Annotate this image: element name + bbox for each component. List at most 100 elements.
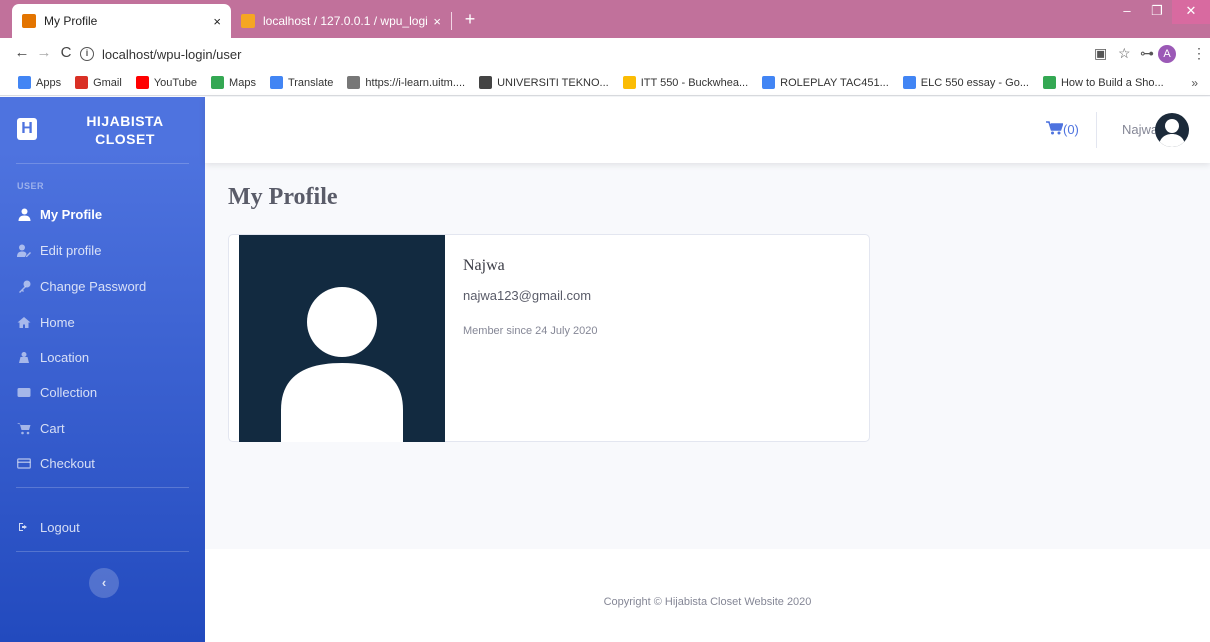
bookmark-label: ITT 550 - Buckwhea... [640, 76, 749, 89]
back-arrow-icon[interactable]: ← [12, 44, 32, 61]
bookmark-item[interactable]: ROLEPLAY TAC451... [762, 76, 889, 89]
sidebar-item-cart[interactable]: Cart [17, 418, 65, 438]
topbar: (0) Najwa [205, 97, 1210, 163]
sidebar-divider [16, 487, 189, 488]
bookmark-label: YouTube [153, 76, 198, 89]
bookmark-item[interactable]: https://i-learn.uitm.... [347, 76, 465, 89]
cart-icon [17, 421, 31, 435]
user-icon [17, 207, 31, 221]
key-icon[interactable]: ⊶ [1140, 45, 1154, 62]
minimize-icon[interactable]: – [1112, 0, 1142, 24]
bookmark-label: Maps [229, 76, 256, 89]
sidebar-item-home[interactable]: Home [17, 312, 75, 332]
bookmark-label: ELC 550 essay - Go... [920, 76, 1029, 89]
bookmark-label: Gmail [93, 76, 122, 89]
tab-phpmyadmin[interactable]: localhost / 127.0.0.1 / wpu_login × [231, 4, 451, 38]
restore-icon[interactable]: ❐ [1142, 0, 1172, 24]
tab-close-icon[interactable]: × [213, 14, 221, 29]
key-icon [17, 279, 31, 293]
collection-icon [17, 385, 31, 399]
sidebar-item-label: Change Password [40, 278, 147, 294]
bookmarks-bar: Apps Gmail YouTube Maps Translate https://i-l… [0, 70, 1210, 96]
sidebar-item-location[interactable]: Location [17, 347, 89, 367]
tab-favicon-icon [22, 14, 36, 28]
url-field[interactable]: i localhost/wpu-login/user [80, 42, 1088, 66]
address-bar-row: ← → C i localhost/wpu-login/user ▣ ☆ ⊶ A… [0, 38, 1210, 70]
translate-page-icon[interactable]: ▣ [1094, 45, 1107, 62]
sidebar: H HIJABISTA CLOSET USER My Profile Edit p… [0, 97, 205, 642]
reload-icon[interactable]: C [56, 44, 76, 61]
sidebar-item-collection[interactable]: Collection [17, 382, 97, 402]
checkout-icon [17, 456, 31, 470]
profile-name: Najwa [463, 257, 505, 274]
bookmark-label: https://i-learn.uitm.... [365, 76, 466, 89]
sidebar-item-logout[interactable]: Logout [17, 517, 80, 537]
url-text: localhost/wpu-login/user [102, 46, 242, 62]
bookmark-item[interactable]: ELC 550 essay - Go... [902, 76, 1029, 89]
globe-icon [347, 76, 361, 89]
sidebar-item-edit-profile[interactable]: Edit profile [17, 240, 101, 260]
gmail-icon [75, 76, 89, 89]
bookmark-item[interactable]: Translate [269, 76, 333, 89]
tab-my-profile[interactable]: My Profile × [12, 4, 231, 38]
footer: Copyright © Hijabista Closet Website 202… [205, 549, 1210, 642]
bookmark-item[interactable]: YouTube [135, 76, 198, 89]
phpmyadmin-favicon-icon [241, 14, 255, 28]
location-icon [17, 350, 31, 364]
sidebar-item-label: Logout [40, 519, 80, 535]
sidebar-item-label: Edit profile [40, 242, 102, 258]
user-avatar-icon[interactable] [1155, 113, 1189, 147]
brand-name-line2: CLOSET [95, 131, 155, 147]
cart-icon [1046, 121, 1064, 138]
tab-close-icon[interactable]: × [433, 14, 441, 29]
sidebar-item-change-password[interactable]: Change Password [17, 276, 146, 296]
home-icon [17, 315, 31, 329]
bookmark-star-icon[interactable]: ☆ [1118, 45, 1131, 62]
topbar-divider [1096, 112, 1097, 148]
bookmark-item[interactable]: UNIVERSITI TEKNO... [479, 76, 609, 89]
forward-arrow-icon[interactable]: → [34, 44, 54, 61]
bookmark-item[interactable]: ITT 550 - Buckwhea... [622, 76, 749, 89]
new-tab-button[interactable]: + [460, 9, 480, 30]
globe-icon [479, 76, 493, 89]
bookmark-label: Apps [36, 76, 62, 89]
browser-menu-icon[interactable]: ⋮ [1192, 45, 1206, 62]
bookmark-label: How to Build a Sho... [1060, 76, 1164, 89]
sidebar-item-checkout[interactable]: Checkout [17, 453, 95, 473]
sidebar-item-my-profile[interactable]: My Profile [17, 204, 102, 224]
topbar-user-name[interactable]: Najwa [1122, 122, 1158, 137]
sidebar-toggle-button[interactable]: ‹ [89, 568, 119, 598]
browser-profile-avatar[interactable]: A [1158, 45, 1176, 63]
youtube-icon [135, 76, 149, 89]
window-close-icon[interactable]: ✕ [1172, 0, 1210, 24]
bookmark-item[interactable]: Apps [18, 76, 61, 89]
browser-tab-strip: My Profile × localhost / 127.0.0.1 / wpu… [0, 0, 1210, 38]
brand-logo-icon: H [17, 118, 37, 140]
apps-grid-icon [18, 76, 31, 89]
brand-name-line1: HIJABISTA [86, 113, 164, 129]
bookmark-label: UNIVERSITI TEKNO... [497, 76, 609, 89]
sidebar-divider [16, 163, 189, 164]
profile-card: Najwa najwa123@gmail.com Member since 24… [228, 234, 870, 442]
cart-count: (0) [1063, 122, 1079, 137]
topbar-cart-link[interactable]: (0) [1046, 121, 1079, 138]
sidebar-item-label: Location [40, 349, 90, 365]
tab-title: localhost / 127.0.0.1 / wpu_login [263, 14, 428, 28]
tab-title: My Profile [44, 14, 98, 28]
brand-name: HIJABISTA CLOSET [70, 112, 180, 148]
sidebar-item-label: My Profile [40, 206, 103, 222]
bookmark-item[interactable]: How to Build a Sho... [1042, 76, 1164, 89]
bookmark-item[interactable]: Maps [211, 76, 256, 89]
site-info-icon[interactable]: i [80, 47, 94, 61]
sidebar-heading: USER [17, 181, 45, 191]
sidebar-item-label: Checkout [40, 455, 95, 471]
copyright-text: Copyright © Hijabista Closet Website 202… [603, 596, 812, 608]
member-since-text: Member since 24 July 2020 [463, 325, 598, 337]
more-bookmarks-icon[interactable]: » [1191, 76, 1198, 90]
sidebar-item-label: Cart [40, 420, 65, 436]
logout-icon [17, 520, 31, 534]
bookmark-item[interactable]: Gmail [75, 76, 122, 89]
sidebar-brand[interactable]: H HIJABISTA CLOSET [0, 97, 205, 163]
sidebar-item-label: Collection [40, 384, 98, 400]
leaf-icon [1042, 76, 1056, 89]
